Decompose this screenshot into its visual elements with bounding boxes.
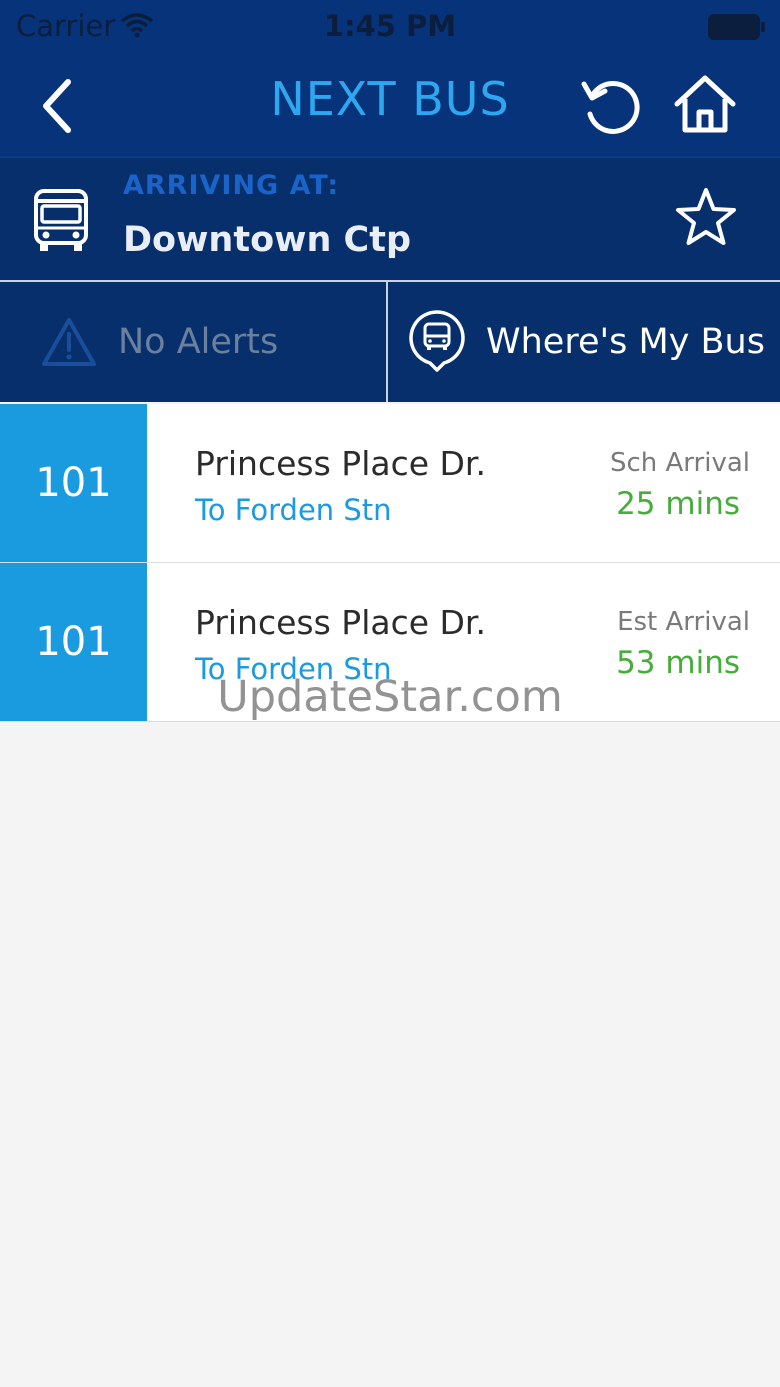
home-button[interactable] — [672, 72, 738, 138]
status-time: 1:45 PM — [323, 9, 457, 43]
star-icon — [676, 188, 736, 245]
arrival-row[interactable]: 101 Princess Place Dr. To Forden Stn Sch… — [0, 404, 780, 563]
favorite-button[interactable] — [674, 186, 738, 248]
screen: Carrier 1:45 PM NEXT BUS ARRIVING AT: Do… — [0, 0, 780, 1387]
home-icon — [674, 75, 736, 133]
arrivals-list: 101 Princess Place Dr. To Forden Stn Sch… — [0, 404, 780, 722]
refresh-icon — [581, 81, 640, 134]
bus-icon — [34, 189, 88, 251]
arrival-row[interactable]: 101 Princess Place Dr. To Forden Stn Est… — [0, 563, 780, 722]
stop-header: ARRIVING AT: Downtown Ctp — [0, 156, 780, 280]
arrival-street: Princess Place Dr. — [195, 444, 486, 483]
arrival-eta: 25 mins — [616, 486, 740, 522]
alert-triangle-icon — [42, 318, 96, 366]
stop-name: Downtown Ctp — [123, 220, 412, 260]
status-bar: Carrier 1:45 PM — [0, 0, 780, 54]
battery-icon — [708, 14, 765, 40]
wheres-my-bus-button[interactable]: Where's My Bus — [390, 282, 780, 402]
wheres-my-bus-label: Where's My Bus — [486, 322, 765, 362]
alerts-button[interactable]: No Alerts — [0, 282, 388, 402]
arrival-type: Sch Arrival — [609, 448, 750, 478]
arrival-street: Princess Place Dr. — [195, 603, 486, 642]
arrival-destination: To Forden Stn — [195, 493, 392, 527]
route-number: 101 — [0, 563, 147, 721]
nav-bar: NEXT BUS — [0, 54, 780, 156]
refresh-button[interactable] — [578, 74, 644, 138]
page-title: NEXT BUS — [270, 72, 510, 126]
alerts-label: No Alerts — [118, 322, 279, 362]
arrival-eta: 53 mins — [616, 645, 740, 681]
arrival-destination: To Forden Stn — [195, 652, 392, 686]
arriving-label: ARRIVING AT: — [123, 170, 340, 201]
route-number: 101 — [0, 404, 147, 562]
bus-location-icon — [409, 310, 465, 372]
action-row: No Alerts Where's My Bus — [0, 280, 780, 402]
arrival-type: Est Arrival — [617, 607, 750, 637]
